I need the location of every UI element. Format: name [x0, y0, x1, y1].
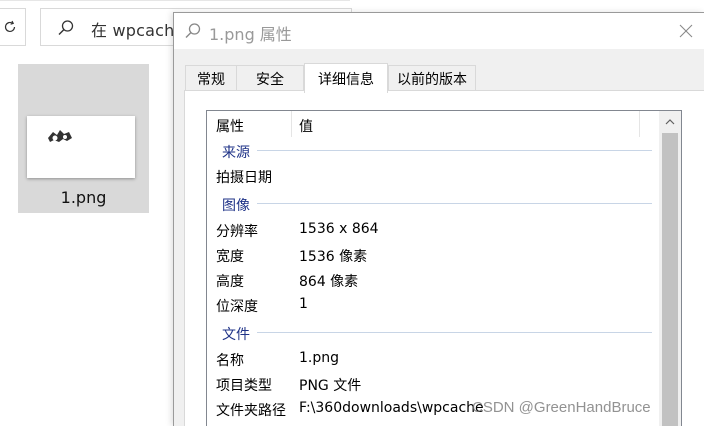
search-icon	[185, 23, 201, 38]
column-divider[interactable]	[639, 111, 640, 137]
file-thumbnail	[27, 116, 135, 178]
property-row-height[interactable]: 高度 864 像素	[207, 267, 660, 292]
dialog-titlebar[interactable]: 1.png 属性	[174, 13, 704, 49]
group-header-image[interactable]: 图像	[207, 192, 660, 214]
refresh-icon	[4, 20, 15, 33]
tab-general[interactable]: 常规	[185, 65, 237, 91]
property-name: 文件夹路径	[216, 403, 286, 419]
property-row-date-taken[interactable]: 拍摄日期	[207, 163, 660, 188]
property-name: 高度	[216, 274, 244, 290]
property-name: 分辨率	[216, 224, 258, 240]
group-label: 图像	[222, 198, 250, 214]
property-value: 1536 x 864	[299, 221, 379, 237]
details-panel: 属性 值 来源 拍摄日期 图像 分辨率 1536 x 864 宽度 1536 像…	[184, 90, 704, 426]
property-row-resolution[interactable]: 分辨率 1536 x 864	[207, 217, 660, 242]
group-label: 来源	[222, 145, 250, 161]
property-value: 1.png	[299, 350, 340, 366]
file-name-label: 1.png	[60, 188, 107, 207]
property-value: 1	[299, 296, 308, 312]
vertical-scrollbar[interactable]	[659, 111, 681, 426]
column-header-property[interactable]: 属性	[216, 116, 244, 136]
property-row-bit-depth[interactable]: 位深度 1	[207, 292, 660, 317]
property-value: F:\360downloads\wpcache	[299, 400, 484, 416]
property-name: 拍摄日期	[216, 170, 272, 186]
property-row-width[interactable]: 宽度 1536 像素	[207, 242, 660, 267]
group-header-origin[interactable]: 来源	[207, 139, 660, 161]
column-header: 属性 值	[207, 111, 660, 137]
close-icon	[679, 24, 693, 38]
search-icon	[58, 20, 74, 35]
property-row-name[interactable]: 名称 1.png	[207, 346, 660, 371]
property-name: 名称	[216, 353, 244, 369]
property-name: 宽度	[216, 249, 244, 265]
close-button[interactable]	[668, 13, 704, 49]
properties-dialog: 1.png 属性 常规 安全 详细信息 以前的版本 属性 值 来源 拍摄日期 图…	[173, 12, 704, 426]
watermark: CSDN @GreenHandBruce	[472, 399, 651, 416]
column-divider[interactable]	[291, 111, 292, 137]
explorer-top-edge	[0, 0, 350, 1]
scrollbar-thumb[interactable]	[662, 133, 678, 426]
group-label: 文件	[222, 327, 250, 343]
group-divider	[257, 332, 652, 333]
properties-list[interactable]: 属性 值 来源 拍摄日期 图像 分辨率 1536 x 864 宽度 1536 像…	[206, 110, 682, 426]
group-divider	[257, 203, 652, 204]
group-divider	[257, 150, 652, 151]
thumbnail-image-icon	[48, 130, 72, 142]
property-name: 位深度	[216, 299, 258, 315]
dialog-title: 1.png 属性	[209, 25, 292, 44]
scroll-up-arrow-icon[interactable]	[664, 116, 676, 128]
search-placeholder: 在 wpcache	[91, 21, 185, 40]
file-item-selected[interactable]: 1.png	[18, 64, 149, 213]
column-header-value[interactable]: 值	[299, 116, 313, 136]
tab-previous-versions[interactable]: 以前的版本	[388, 65, 476, 91]
property-name: 项目类型	[216, 378, 272, 394]
property-value: PNG 文件	[299, 378, 362, 394]
property-row-item-type[interactable]: 项目类型 PNG 文件	[207, 371, 660, 396]
property-value: 864 像素	[299, 274, 359, 290]
tab-security[interactable]: 安全	[236, 65, 304, 91]
group-header-file[interactable]: 文件	[207, 321, 660, 343]
refresh-button[interactable]	[0, 8, 26, 46]
property-value: 1536 像素	[299, 249, 368, 265]
tab-details[interactable]: 详细信息	[304, 63, 388, 93]
